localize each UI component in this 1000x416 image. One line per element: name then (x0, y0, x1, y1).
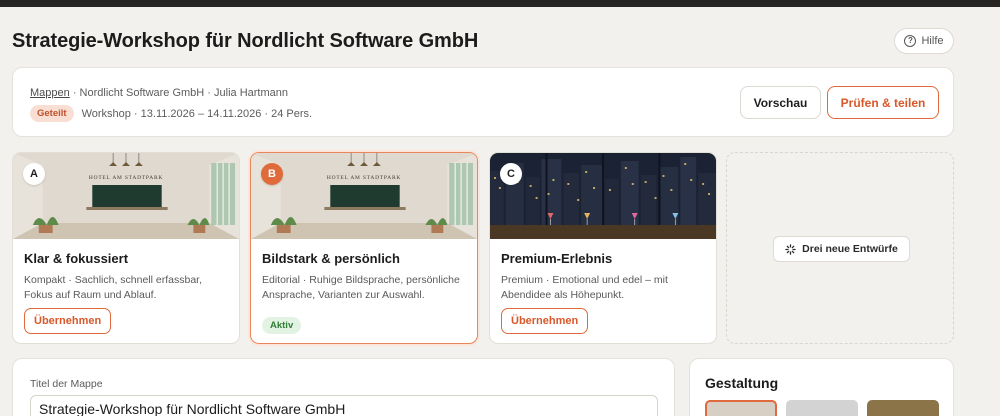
active-badge: Aktiv (262, 317, 302, 334)
variant-card-b[interactable]: HOTEL AM STADTPARK B Bildstark & persönl… (250, 152, 478, 344)
hotel-sign: HOTEL AM STADTPARK (89, 175, 163, 181)
page-title: Strategie-Workshop für Nordlicht Softwar… (12, 30, 479, 52)
folder-title-card: Titel der Mappe Strategie-Workshop für N… (12, 358, 675, 416)
city-night-image (490, 153, 716, 239)
variant-letter-badge: A (23, 163, 45, 185)
status-badge: Geteilt (30, 105, 74, 122)
variant-card-c[interactable]: C Premium-Erlebnis Premium · Emotional u… (489, 152, 717, 344)
breadcrumb-rest: · Nordlicht Software GmbH · Julia Hartma… (69, 87, 288, 99)
new-drafts-slot: Drei neue Entwürfe (726, 152, 954, 344)
spinner-icon (785, 243, 796, 255)
hotel-sign: HOTEL AM STADTPARK (327, 175, 401, 181)
variant-letter-badge: B (261, 163, 283, 185)
svg-text:HOTEL AM STADTPARK: HOTEL AM STADTPARK (89, 175, 163, 181)
design-swatch-3[interactable] (867, 400, 939, 416)
svg-text:HOTEL AM STADTPARK: HOTEL AM STADTPARK (327, 175, 401, 181)
generate-drafts-button[interactable]: Drei neue Entwürfe (773, 236, 910, 262)
variant-title: Klar & fokussiert (24, 251, 129, 266)
variant-description: Kompakt · Sachlich, schnell erfassbar, F… (24, 274, 202, 301)
help-label: Hilfe (921, 35, 944, 47)
top-bar (0, 0, 1000, 7)
preview-button[interactable]: Vorschau (740, 86, 821, 119)
event-meta: Workshop · 13.11.2026 – 14.11.2026 · 24 … (81, 107, 313, 120)
question-icon: ? (904, 35, 917, 47)
review-share-button[interactable]: Prüfen & teilen (827, 86, 939, 119)
variant-description: Premium · Emotional und edel – mit Abend… (501, 274, 668, 301)
help-button[interactable]: ? Hilfe (894, 28, 954, 54)
design-swatch-1[interactable] (705, 400, 777, 416)
apply-variant-button[interactable]: Übernehmen (501, 308, 589, 334)
breadcrumb: Mappen · Nordlicht Software GmbH · Julia… (30, 87, 288, 99)
meta-row: Geteilt Workshop · 13.11.2026 – 14.11.20… (30, 105, 312, 122)
breadcrumb-link-mappen[interactable]: Mappen (30, 87, 70, 99)
folder-title-label: Titel der Mappe (30, 378, 103, 390)
design-card: Gestaltung (689, 358, 954, 416)
variant-letter-badge: C (500, 163, 522, 185)
variant-title: Bildstark & persönlich (262, 251, 400, 266)
generate-drafts-label: Drei neue Entwürfe (802, 243, 898, 255)
folder-title-input[interactable]: Strategie-Workshop für Nordlicht Softwar… (30, 395, 658, 416)
folder-header-card: Mappen · Nordlicht Software GmbH · Julia… (12, 67, 954, 137)
variant-title: Premium-Erlebnis (501, 251, 613, 266)
apply-variant-button[interactable]: Übernehmen (24, 308, 112, 334)
design-swatch-2[interactable] (786, 400, 858, 416)
variant-description: Editorial · Ruhige Bildsprache, persönli… (262, 274, 460, 301)
variant-card-a[interactable]: HOTEL AM STADTPARK A Klar & fokussiert K… (12, 152, 240, 344)
design-title: Gestaltung (705, 375, 779, 391)
